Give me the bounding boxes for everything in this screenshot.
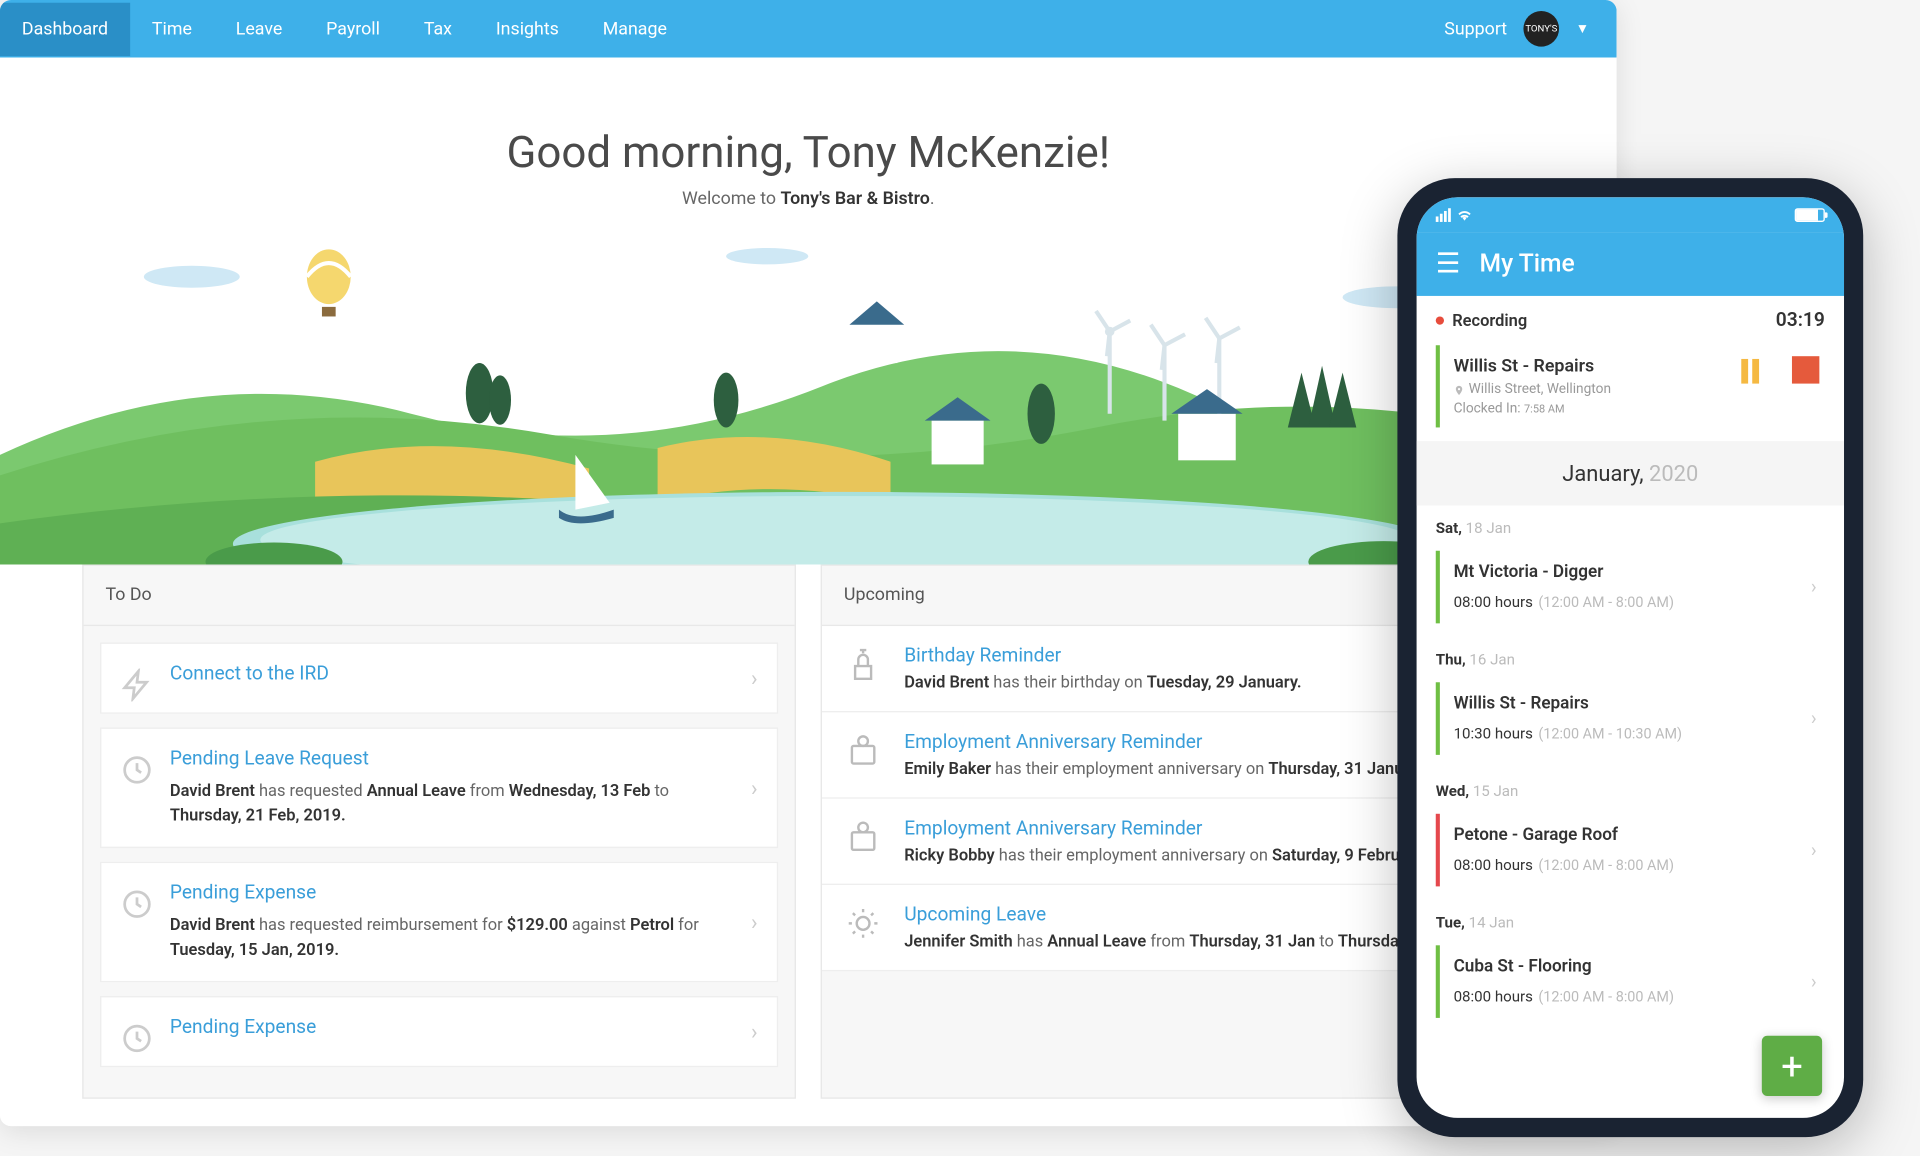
- chevron-right-icon: ›: [751, 775, 758, 801]
- recording-row: Recording 03:19: [1417, 296, 1844, 345]
- app-title: My Time: [1480, 249, 1575, 278]
- battery-icon: [1795, 208, 1825, 222]
- nav-items: Dashboard Time Leave Payroll Tax Insight…: [0, 2, 1444, 55]
- top-nav: Dashboard Time Leave Payroll Tax Insight…: [0, 0, 1617, 58]
- signal-icon: [1436, 208, 1451, 222]
- todo-card[interactable]: Pending Expense ›: [100, 996, 778, 1067]
- card-desc: David Brent has requested Annual Leave f…: [170, 778, 722, 827]
- event-icon: [844, 732, 882, 770]
- chevron-right-icon: ›: [751, 1019, 758, 1045]
- app-header: ☰ My Time: [1417, 233, 1844, 296]
- day-label: Tue, 14 Jan: [1417, 900, 1844, 940]
- entry-name: Cuba St - Flooring: [1454, 956, 1784, 977]
- entry-time-row: 08:00 hours (12:00 AM - 8:00 AM): [1454, 849, 1784, 875]
- nav-right: Support TONY'S ▼: [1444, 11, 1589, 47]
- time-entry[interactable]: Willis St - Repairs 10:30 hours (12:00 A…: [1436, 682, 1825, 755]
- welcome-line: Welcome to Tony's Bar & Bistro.: [27, 189, 1589, 210]
- event-icon: [844, 818, 882, 856]
- hamburger-icon[interactable]: ☰: [1436, 247, 1461, 280]
- task-controls: [1734, 356, 1819, 386]
- phone-status-bar: [1417, 197, 1844, 233]
- entry-name: Mt Victoria - Digger: [1454, 562, 1784, 583]
- nav-insights[interactable]: Insights: [474, 2, 581, 55]
- todo-body: Connect to the IRD › Pending Leave Reque…: [84, 626, 795, 1097]
- landscape-illustration: [0, 236, 1617, 565]
- nav-dashboard[interactable]: Dashboard: [0, 2, 130, 55]
- welcome-suffix: .: [930, 189, 935, 210]
- time-entry[interactable]: Cuba St - Flooring 08:00 hours (12:00 AM…: [1436, 945, 1825, 1018]
- hero: Good morning, Tony McKenzie! Welcome to …: [0, 58, 1617, 565]
- clocked-label: Clocked In:: [1454, 401, 1524, 416]
- stop-button[interactable]: [1792, 356, 1819, 383]
- year: 2020: [1649, 460, 1698, 486]
- event-icon: [844, 904, 882, 942]
- lightning-icon: [121, 669, 154, 702]
- recording-dot-icon: [1436, 316, 1444, 324]
- todo-panel: To Do Connect to the IRD › Pending Leave…: [82, 564, 796, 1098]
- clock-icon: [121, 754, 154, 787]
- day-label: Thu, 16 Jan: [1417, 637, 1844, 677]
- clock-icon: [121, 888, 154, 921]
- wifi-icon: [1456, 207, 1472, 223]
- avatar[interactable]: TONY'S: [1524, 11, 1560, 47]
- card-title: Pending Expense: [170, 1017, 722, 1039]
- card-title: Connect to the IRD: [170, 663, 722, 685]
- chevron-right-icon: ›: [1811, 576, 1817, 598]
- todo-card[interactable]: Pending Leave Request David Brent has re…: [100, 727, 778, 848]
- time-entries[interactable]: Sat, 18 Jan Mt Victoria - Digger 08:00 ho…: [1417, 506, 1844, 1118]
- todo-header: To Do: [84, 566, 795, 626]
- chevron-right-icon: ›: [1811, 971, 1817, 993]
- entry-time-row: 08:00 hours (12:00 AM - 8:00 AM): [1454, 586, 1784, 612]
- time-entry[interactable]: Mt Victoria - Digger 08:00 hours (12:00 …: [1436, 551, 1825, 624]
- entry-name: Petone - Garage Roof: [1454, 825, 1784, 846]
- entry-time-row: 10:30 hours (12:00 AM - 10:30 AM): [1454, 718, 1784, 744]
- todo-card[interactable]: Connect to the IRD ›: [100, 643, 778, 714]
- nav-payroll[interactable]: Payroll: [304, 2, 402, 55]
- nav-leave[interactable]: Leave: [214, 2, 304, 55]
- recording-text: Recording: [1452, 311, 1527, 330]
- month-header: January, 2020: [1417, 441, 1844, 505]
- phone-screen: ☰ My Time Recording 03:19 Willis St - Re…: [1417, 197, 1844, 1118]
- pin-icon: [1454, 383, 1465, 397]
- card-title: Pending Expense: [170, 882, 722, 904]
- content-row: To Do Connect to the IRD › Pending Leave…: [0, 564, 1617, 1126]
- event-icon: [844, 645, 882, 683]
- company-name: Tony's Bar & Bistro: [781, 189, 930, 210]
- desktop-app: Dashboard Time Leave Payroll Tax Insight…: [0, 0, 1617, 1126]
- clock-icon: [121, 1022, 154, 1055]
- chevron-right-icon: ›: [751, 909, 758, 935]
- support-link[interactable]: Support: [1444, 18, 1507, 39]
- entry-name: Willis St - Repairs: [1454, 693, 1784, 714]
- add-entry-button[interactable]: +: [1762, 1036, 1822, 1096]
- clocked-in: Clocked In: 7:58 AM: [1454, 401, 1825, 416]
- todo-card[interactable]: Pending Expense David Brent has requeste…: [100, 862, 778, 983]
- chevron-right-icon: ›: [751, 665, 758, 691]
- chevron-down-icon[interactable]: ▼: [1576, 21, 1590, 36]
- clocked-time: 7:58 AM: [1524, 403, 1565, 415]
- pause-button[interactable]: [1734, 356, 1764, 386]
- month-name: January,: [1562, 460, 1649, 486]
- greeting: Good morning, Tony McKenzie!: [27, 126, 1589, 178]
- card-desc: David Brent has requested reimbursement …: [170, 912, 722, 961]
- day-label: Sat, 18 Jan: [1417, 506, 1844, 546]
- entry-time-row: 08:00 hours (12:00 AM - 8:00 AM): [1454, 981, 1784, 1007]
- location-text: Willis Street, Wellington: [1469, 382, 1611, 397]
- nav-manage[interactable]: Manage: [581, 2, 689, 55]
- phone-mockup: ☰ My Time Recording 03:19 Willis St - Re…: [1397, 178, 1863, 1137]
- welcome-prefix: Welcome to: [682, 189, 781, 210]
- chevron-right-icon: ›: [1811, 708, 1817, 730]
- recording-label: Recording: [1436, 311, 1527, 330]
- time-entry[interactable]: Petone - Garage Roof 08:00 hours (12:00 …: [1436, 814, 1825, 887]
- card-title: Pending Leave Request: [170, 748, 722, 770]
- timer: 03:19: [1776, 310, 1825, 332]
- day-label: Wed, 15 Jan: [1417, 769, 1844, 809]
- chevron-right-icon: ›: [1811, 839, 1817, 861]
- nav-tax[interactable]: Tax: [402, 2, 474, 55]
- current-task: Willis St - Repairs Willis Street, Welli…: [1436, 345, 1825, 427]
- nav-time[interactable]: Time: [130, 2, 214, 55]
